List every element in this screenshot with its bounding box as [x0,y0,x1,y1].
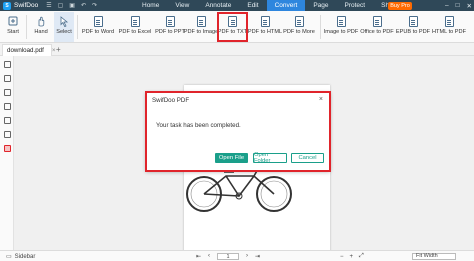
office-to-pdf-icon [372,15,383,27]
minimize-icon[interactable]: – [445,2,449,9]
pdf-to-ppt-label: PDF to PPT [155,29,185,35]
zoom-value: Fit Width [416,253,438,259]
menu-page[interactable]: Page [305,0,336,11]
zoom-out-icon[interactable]: − [340,254,344,260]
status-bar: ▭ Sidebar ⇤ ‹ 1 › ⇥ − + ⤢ Fit Width [0,250,474,261]
start-icon [8,15,19,27]
html-to-pdf-icon [444,15,455,27]
office-to-pdf-button[interactable]: Office to PDF [360,12,394,42]
tab-label: download.pdf [7,47,44,54]
left-sidebar [0,56,14,250]
view-controls: − + ⤢ [340,253,364,260]
pdf-to-ppt-button[interactable]: PDF to PPT [155,12,185,42]
pdf-to-excel-button[interactable]: PDF to Excel [118,12,152,42]
bookmark-icon[interactable] [4,75,11,82]
pdf-to-word-label: PDF to Word [81,29,115,35]
menu-icon[interactable]: ☰ [46,2,51,9]
tab-close-icon[interactable]: × [52,47,56,54]
pdf-to-more-button[interactable]: PDF to More [283,12,315,42]
layers-icon[interactable] [4,117,11,124]
html-doc-icon [260,15,271,27]
excel-doc-icon [130,15,141,27]
sidebar-toggle-label: Sidebar [14,253,36,260]
new-tab-icon[interactable]: + [56,45,61,54]
select-label: Select [56,29,72,35]
cursor-icon [59,15,70,27]
pdf-to-html-button[interactable]: PDF to HTML [247,12,283,42]
epub-to-pdf-label: EPUB to PDF [395,29,431,35]
ppt-doc-icon [165,15,176,27]
bicycle-image [186,168,292,212]
menu-edit[interactable]: Edit [239,0,266,11]
gift-icon[interactable] [4,145,11,152]
hand-button[interactable]: Hand [30,12,52,42]
open-icon[interactable]: ▢ [58,2,64,9]
last-page-icon[interactable]: ⇥ [255,253,260,260]
start-button[interactable]: Start [2,12,24,42]
highlight-box-pdf-to-txt [217,12,248,42]
pdf-to-html-label: PDF to HTML [247,29,283,35]
zoom-select[interactable]: Fit Width [412,252,456,260]
html-to-pdf-button[interactable]: HTML to PDF [432,12,466,42]
attachment-icon[interactable] [4,103,11,110]
main-menu: Home View Annotate Edit Convert Page Pro… [134,0,406,11]
menu-view[interactable]: View [167,0,197,11]
close-icon[interactable]: ✕ [467,2,472,10]
menu-protect[interactable]: Protect [337,0,374,11]
prev-page-icon[interactable]: ‹ [208,253,210,259]
hand-icon [36,15,47,27]
next-page-icon[interactable]: › [246,253,248,259]
highlight-box-dialog [145,91,331,172]
page-number-input[interactable]: 1 [217,252,240,260]
pdf-to-image-label: PDF to Image [183,29,219,35]
document-tab[interactable]: download.pdf × [2,44,55,56]
pdf-to-word-button[interactable]: PDF to Word [80,12,116,42]
first-page-icon[interactable]: ⇤ [196,253,201,260]
fit-icon[interactable]: ⤢ [359,253,364,260]
document-tab-bar: download.pdf × + [0,43,474,56]
pdf-to-more-label: PDF to More [283,29,315,35]
separator [26,15,27,39]
html-to-pdf-label: HTML to PDF [432,29,466,35]
redo-icon[interactable]: ↷ [92,2,97,9]
menu-convert[interactable]: Convert [266,0,306,11]
start-label: Start [7,29,19,35]
select-button[interactable]: Select [54,12,74,42]
epub-to-pdf-icon [408,15,419,27]
image-doc-icon [196,15,207,27]
epub-to-pdf-button[interactable]: EPUB to PDF [396,12,430,42]
office-to-pdf-label: Office to PDF [360,29,394,35]
word-doc-icon [93,15,104,27]
page-navigation: ⇤ ‹ 1 › ⇥ [196,252,260,260]
comment-icon[interactable] [4,89,11,96]
image-to-pdf-button[interactable]: Image to PDF [324,12,358,42]
undo-icon[interactable]: ↶ [81,2,86,9]
save-icon[interactable]: ▣ [69,2,75,9]
app-name: SwifDoo [14,2,39,9]
pdf-to-excel-label: PDF to Excel [118,29,152,35]
more-doc-icon [294,15,305,27]
menu-home[interactable]: Home [134,0,167,11]
separator [320,15,321,39]
app-logo-icon: S [3,1,11,10]
quick-access: ☰ ▢ ▣ ↶ ↷ [46,2,97,9]
window-controls: – □ ✕ [445,0,472,11]
image-to-pdf-icon [336,15,347,27]
image-to-pdf-label: Image to PDF [323,29,359,35]
title-bar: S SwifDoo ☰ ▢ ▣ ↶ ↷ Home View Annotate E… [0,0,474,11]
sidebar-toggle-icon: ▭ [6,254,12,260]
separator [77,15,78,39]
pdf-to-image-button[interactable]: PDF to Image [183,12,219,42]
maximize-icon[interactable]: □ [456,2,460,9]
zoom-in-icon[interactable]: + [350,254,354,260]
thumbnail-icon[interactable] [4,61,11,68]
menu-annotate[interactable]: Annotate [197,0,239,11]
hand-label: Hand [34,29,48,35]
search-icon[interactable] [4,131,11,138]
buy-pro-button[interactable]: Buy Pro [388,1,412,10]
sidebar-toggle[interactable]: ▭ Sidebar [6,253,36,261]
